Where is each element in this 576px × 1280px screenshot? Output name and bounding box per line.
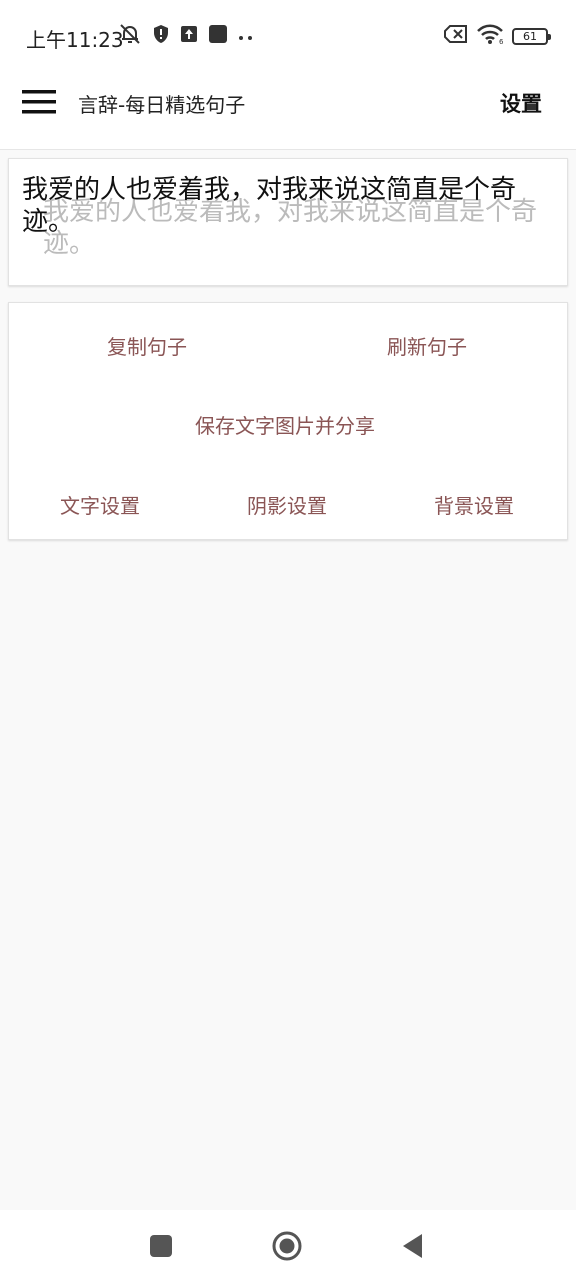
shield-icon (152, 24, 170, 48)
navigation-bar (0, 1210, 576, 1280)
upload-icon (180, 25, 198, 47)
save-share-image-button[interactable]: 保存文字图片并分享 (195, 410, 375, 439)
actions-card: 复制句子 刷新句子 保存文字图片并分享 文字设置 阴影设置 背景设置 (8, 302, 568, 540)
app-title: 言辞-每日精选句子 (78, 93, 246, 117)
battery-icon: 61 (512, 27, 551, 45)
refresh-sentence-button[interactable]: 刷新句子 (387, 331, 467, 360)
copy-sentence-button[interactable]: 复制句子 (107, 331, 187, 360)
background-settings-button[interactable]: 背景设置 (434, 490, 514, 519)
quote-card: 我爱的人也爱着我，对我来说这简直是个奇迹。 我爱的人也爱着我，对我来说这简直是个… (8, 158, 568, 286)
recents-square-icon[interactable] (145, 1230, 177, 1262)
status-icons-right: 6 61 (436, 23, 551, 49)
muted-bell-icon (118, 22, 142, 50)
app-bar: 言辞-每日精选句子 设置 (0, 72, 576, 150)
home-circle-icon[interactable] (271, 1230, 303, 1262)
settings-button[interactable]: 设置 (500, 88, 542, 118)
sim-error-icon (444, 25, 468, 47)
status-time: 上午11:23 (26, 28, 124, 52)
font-settings-button[interactable]: 文字设置 (60, 490, 140, 519)
quote-text: 我爱的人也爱着我，对我来说这简直是个奇迹。 (22, 175, 517, 237)
more-dots-icon (238, 27, 254, 46)
app-screen: 上午11:23 6 61 言辞-每日精选句子 设置 我爱的人也爱着我，对我来说这… (0, 0, 576, 1280)
status-bar: 上午11:23 6 61 (0, 0, 576, 72)
square-app-icon (208, 24, 228, 48)
hamburger-menu-icon[interactable] (22, 89, 58, 115)
back-triangle-icon[interactable] (397, 1230, 429, 1262)
wifi-icon: 6 (476, 23, 504, 49)
svg-text:6: 6 (499, 38, 504, 45)
status-icons-left (118, 24, 264, 48)
shadow-settings-button[interactable]: 阴影设置 (247, 490, 327, 519)
